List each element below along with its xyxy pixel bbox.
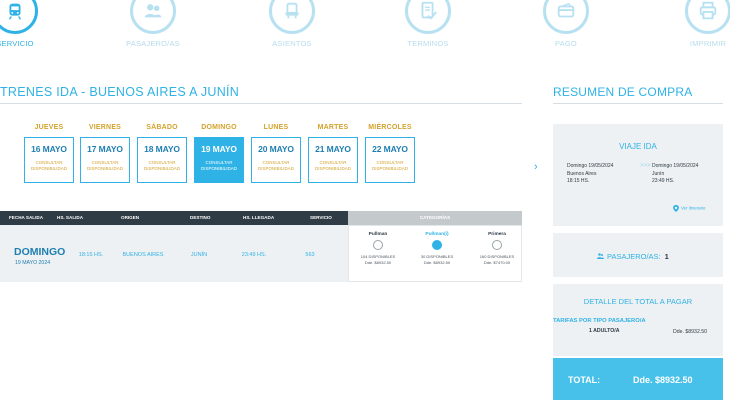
location-pin-icon xyxy=(673,205,679,212)
category-availability: 104 DISPONIBLES xyxy=(360,254,396,259)
category-option[interactable]: Primera 160 DISPONIBLES Dde. $7470.00 xyxy=(467,232,527,265)
col-categorias: CATEGORÍAS xyxy=(419,215,451,220)
col-servicio: SERVICIO xyxy=(310,215,332,220)
col-fecha-salida: FECHA SALIDA xyxy=(9,215,44,220)
day-option[interactable]: SÁBADO 18 MAYO CONSULTAR DISPONIBILIDAD xyxy=(137,124,187,183)
trip-destination: Domingo 19/05/2024 Junín 23:49 HS. xyxy=(652,163,699,184)
trip-arrows: >>> xyxy=(640,163,651,169)
row-day: DOMINGO xyxy=(14,246,66,258)
row-destino: JUNÍN xyxy=(190,252,208,258)
trip-origin: Domingo 19/05/2024 Buenos Aires 18:15 HS… xyxy=(567,163,614,184)
day-name: SÁBADO xyxy=(146,124,178,131)
day-box[interactable]: 21 MAYO CONSULTAR DISPONIBILIDAD xyxy=(308,137,358,183)
day-name: MARTES xyxy=(317,124,349,131)
total-value: Dde. $8932.50 xyxy=(633,375,693,385)
row-hs-llegada: 23:49 HS. xyxy=(241,252,267,258)
day-option[interactable]: VIERNES 17 MAYO CONSULTAR DISPONIBILIDAD xyxy=(80,124,130,183)
category-name: Pullman(i) xyxy=(425,232,449,237)
results-table-header: FECHA SALIDA HS. SALIDA ORIGEN DESTINO H… xyxy=(0,211,522,225)
day-box[interactable]: 19 MAYO CONSULTAR DISPONIBILIDAD xyxy=(194,137,244,183)
passengers-icon xyxy=(130,0,176,34)
day-sub: CONSULTAR DISPONIBILIDAD xyxy=(257,160,294,171)
step-label: ASIENTOS xyxy=(272,39,312,48)
day-name: JUEVES xyxy=(34,124,64,131)
train-icon xyxy=(0,0,38,34)
adult-label: 1 ADULTO/A xyxy=(589,328,620,334)
category-radio[interactable] xyxy=(432,240,442,250)
day-name: LUNES xyxy=(263,124,289,131)
step-label: IMPRIMIR xyxy=(689,39,727,48)
day-option[interactable]: MIÉRCOLES 22 MAYO CONSULTAR DISPONIBILIDA… xyxy=(365,124,415,183)
row-origen: BUENOS AIRES xyxy=(122,252,164,258)
day-box[interactable]: 17 MAYO CONSULTAR DISPONIBILIDAD xyxy=(80,137,130,183)
col-origen: ORIGEN xyxy=(121,215,140,220)
col-hs-llegada: HS. LLEGADA xyxy=(243,215,275,220)
category-name: Primera xyxy=(488,232,506,237)
trip-title: VIAJE IDA xyxy=(619,142,657,151)
day-box[interactable]: 16 MAYO CONSULTAR DISPONIBILIDAD xyxy=(24,137,74,183)
row-servicio: 563 xyxy=(305,252,315,258)
category-option-selected[interactable]: Pullman(i) 30 DISPONIBLES Dde. $8932.50 xyxy=(407,232,467,265)
passengers-summary: PASAJERO/AS: 1 xyxy=(597,252,669,261)
category-radio[interactable] xyxy=(373,240,383,250)
day-sub: CONSULTAR DISPONIBILIDAD xyxy=(30,160,67,171)
day-date: 22 MAYO xyxy=(372,144,408,154)
day-name: VIERNES xyxy=(88,124,122,131)
category-price: Dde. $7470.00 xyxy=(483,260,511,265)
day-sub: CONSULTAR DISPONIBILIDAD xyxy=(200,160,237,171)
summary-divider xyxy=(553,103,723,104)
payment-icon xyxy=(543,0,589,34)
adult-price: Dde. $8932.50 xyxy=(673,329,708,335)
category-availability: 160 DISPONIBLES xyxy=(479,254,515,259)
category-name: Pullman xyxy=(368,232,388,237)
step-label: PAGO xyxy=(555,39,577,48)
title-divider xyxy=(0,103,522,104)
itinerary-link[interactable]: Ver Itinerario xyxy=(673,205,705,212)
progress-steps: SERVICIO PASAJERO/AS ASIENTOS TERMINOS P… xyxy=(0,0,730,60)
day-box[interactable]: 20 MAYO CONSULTAR DISPONIBILIDAD xyxy=(251,137,301,183)
day-date: 21 MAYO xyxy=(315,144,351,154)
day-sub: CONSULTAR DISPONIBILIDAD xyxy=(143,160,180,171)
day-option[interactable]: MARTES 21 MAYO CONSULTAR DISPONIBILIDAD xyxy=(308,124,358,183)
category-radio[interactable] xyxy=(492,240,502,250)
day-box[interactable]: 22 MAYO CONSULTAR DISPONIBILIDAD xyxy=(365,137,415,183)
day-option[interactable]: LUNES 20 MAYO CONSULTAR DISPONIBILIDAD xyxy=(251,124,301,183)
day-option-selected[interactable]: DOMINGO 19 MAYO CONSULTAR DISPONIBILIDAD xyxy=(194,124,244,183)
step-label: PASAJERO/AS xyxy=(126,39,180,48)
category-availability: 30 DISPONIBLES xyxy=(420,254,454,259)
summary-title: RESUMEN DE COMPRA xyxy=(553,85,693,99)
terms-icon xyxy=(405,0,451,34)
row-hs-salida: 18:15 HS. xyxy=(78,252,104,258)
col-destino: DESTINO xyxy=(190,215,211,220)
seat-icon xyxy=(269,0,315,34)
fares-label: TARIFAS POR TIPO PASAJERO/A xyxy=(553,318,646,324)
step-label: TERMINOS xyxy=(407,39,449,48)
category-price: Dde. $8932.50 xyxy=(364,260,392,265)
category-option[interactable]: Pullman 104 DISPONIBLES Dde. $8932.50 xyxy=(348,232,408,265)
detail-title: DETALLE DEL TOTAL A PAGAR xyxy=(583,297,693,306)
day-option[interactable]: JUEVES 16 MAYO CONSULTAR DISPONIBILIDAD xyxy=(24,124,74,183)
day-sub: CONSULTAR DISPONIBILIDAD xyxy=(86,160,123,171)
day-date: 20 MAYO xyxy=(258,144,294,154)
print-icon xyxy=(685,0,730,34)
day-name: MIÉRCOLES xyxy=(368,124,412,131)
day-date: 17 MAYO xyxy=(87,144,123,154)
next-days-arrow[interactable]: › xyxy=(534,161,538,173)
total-label: TOTAL: xyxy=(568,375,601,385)
col-hs-salida: HS. SALIDA xyxy=(57,215,84,220)
row-date: 19 MAYO 2024 xyxy=(15,260,51,266)
day-date: 16 MAYO xyxy=(31,144,67,154)
day-sub: CONSULTAR DISPONIBILIDAD xyxy=(314,160,351,171)
page-title: TRENES IDA - BUENOS AIRES A JUNÍN xyxy=(0,85,240,99)
category-price: Dde. $8932.50 xyxy=(423,260,451,265)
day-name: DOMINGO xyxy=(201,124,237,131)
day-date: 19 MAYO xyxy=(201,144,237,154)
day-date: 18 MAYO xyxy=(144,144,180,154)
step-label: SERVICIO xyxy=(0,39,34,48)
day-box[interactable]: 18 MAYO CONSULTAR DISPONIBILIDAD xyxy=(137,137,187,183)
passengers-icon xyxy=(597,253,604,259)
day-sub: CONSULTAR DISPONIBILIDAD xyxy=(371,160,408,171)
